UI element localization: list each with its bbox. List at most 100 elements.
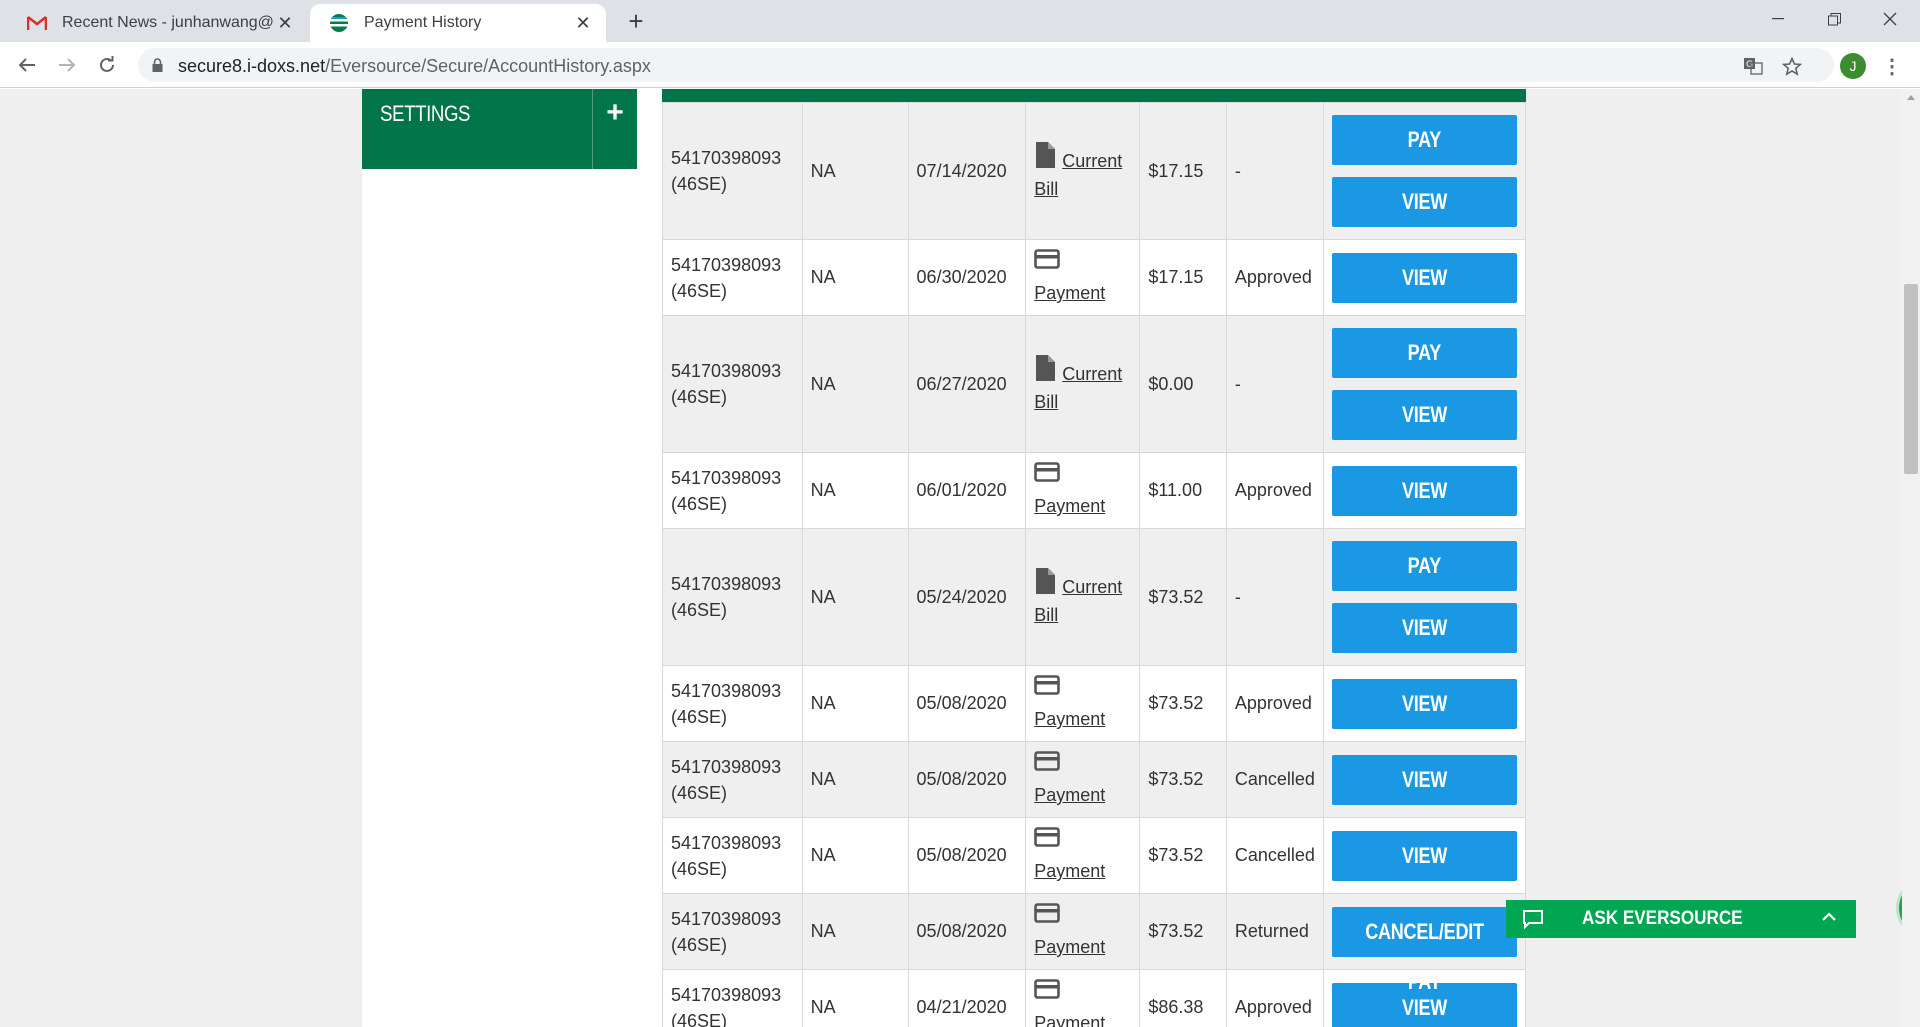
- account-cell: 54170398093 (46SE): [662, 315, 803, 453]
- account-suffix: (46SE): [671, 600, 728, 620]
- payment-history-table: 54170398093 (46SE) NA 07/14/2020 Current Bill…: [662, 102, 1527, 1027]
- account-suffix: (46SE): [671, 858, 728, 879]
- action-buttons: PAY VIEW: [1331, 316, 1517, 452]
- date-cell: 05/24/2020: [907, 528, 1027, 666]
- scrollbar-thumb[interactable]: [1904, 284, 1918, 474]
- action-buttons: VIEW: [1331, 454, 1517, 528]
- account-suffix: (46SE): [671, 706, 728, 727]
- browser-tab-payment-history[interactable]: Payment History ✕: [310, 4, 606, 42]
- type-label: Bill: [1034, 178, 1059, 199]
- date-cell: 06/27/2020: [907, 315, 1027, 453]
- actions-cell: PAY VIEW: [1322, 315, 1527, 453]
- actions-cell: VIEW: [1322, 452, 1527, 529]
- view-button[interactable]: VIEW: [1331, 830, 1517, 881]
- account-number: 54170398093: [671, 832, 782, 853]
- account-number: 54170398093: [671, 361, 782, 381]
- account-suffix: (46SE): [671, 1010, 728, 1027]
- account-suffix: (46SE): [671, 493, 728, 514]
- type-link[interactable]: Payment: [1034, 785, 1105, 805]
- table-row: 54170398093 (46SE) NA 07/14/2020 Current Bill…: [662, 102, 1527, 240]
- eversource-icon: [328, 12, 350, 34]
- pay-button[interactable]: PAY: [1331, 115, 1517, 165]
- button-label: PAY: [1407, 553, 1442, 578]
- type-link[interactable]: Payment: [1034, 709, 1105, 729]
- type-link[interactable]: Payment: [1034, 283, 1105, 303]
- translate-icon[interactable]: G: [1742, 55, 1764, 77]
- type-link[interactable]: Payment: [1034, 496, 1105, 516]
- account-number: 54170398093: [671, 467, 782, 488]
- profile-avatar[interactable]: J: [1840, 53, 1866, 79]
- status-cell: Returned: [1225, 893, 1324, 970]
- actions-cell: VIEW: [1322, 239, 1527, 316]
- button-label: VIEW: [1401, 402, 1448, 427]
- reload-button[interactable]: [93, 51, 121, 79]
- type-label: Current: [1062, 363, 1123, 384]
- ask-eversource-widget[interactable]: ASK EVERSOURCE: [1506, 900, 1856, 938]
- type-link[interactable]: Payment: [1034, 937, 1105, 957]
- amount-cell: $0.00: [1139, 315, 1227, 453]
- pay-button[interactable]: PAY: [1331, 328, 1517, 378]
- pay-button[interactable]: PAY: [1331, 541, 1517, 591]
- status-cell: Approved: [1225, 969, 1324, 1027]
- amount-cell: $73.52: [1139, 893, 1227, 970]
- scroll-up-arrow-icon[interactable]: [1907, 95, 1915, 100]
- type-cell: Current Bill: [1034, 141, 1131, 202]
- type-column-cell: Payment: [1025, 452, 1141, 529]
- table-row: 54170398093 (46SE) NA 06/01/2020 Payment $11.…: [662, 452, 1527, 529]
- svg-text:G: G: [1746, 60, 1753, 70]
- account-cell: 54170398093 (46SE): [662, 239, 803, 316]
- credit-card-icon: [1034, 751, 1131, 778]
- gmail-icon: [26, 12, 48, 34]
- na-cell: NA: [801, 452, 909, 529]
- bookmark-star-icon[interactable]: [1781, 55, 1803, 77]
- close-tab-icon[interactable]: ✕: [274, 12, 296, 34]
- account-cell: 54170398093 (46SE): [662, 969, 803, 1027]
- document-icon: [1034, 567, 1056, 602]
- type-link[interactable]: Payment: [1034, 861, 1105, 881]
- document-icon: [1034, 141, 1056, 176]
- view-button[interactable]: VIEW: [1331, 252, 1517, 303]
- settings-label: SETTINGS: [380, 101, 471, 126]
- type-link[interactable]: Payment: [1034, 1013, 1105, 1027]
- view-button[interactable]: VIEW: [1331, 177, 1517, 227]
- account-number: 54170398093: [671, 908, 782, 929]
- settings-expand-button[interactable]: +: [592, 89, 637, 169]
- browser-menu-icon[interactable]: ⋮: [1882, 53, 1902, 79]
- close-tab-icon[interactable]: ✕: [572, 12, 594, 34]
- action-buttons: VIEW: [1331, 667, 1517, 741]
- account-cell: 54170398093 (46SE): [662, 893, 803, 970]
- action-buttons: PAY VIEW: [1331, 529, 1517, 665]
- minimize-window-button[interactable]: [1750, 0, 1806, 38]
- amount-cell: $73.52: [1139, 741, 1227, 818]
- cancel-edit-pay-button[interactable]: CANCEL/EDIT PAY: [1331, 906, 1517, 994]
- account-cell: 54170398093 (46SE): [662, 741, 803, 818]
- restore-window-button[interactable]: [1806, 0, 1862, 38]
- view-button[interactable]: VIEW: [1331, 465, 1517, 516]
- page-scrollbar[interactable]: [1902, 89, 1920, 1027]
- credit-card-icon: [1034, 249, 1131, 276]
- back-button[interactable]: [13, 51, 41, 79]
- url-text: secure8.i-doxs.net/Eversource/Secure/Acc…: [178, 56, 651, 77]
- browser-tab-gmail[interactable]: Recent News - junhanwang@u ✕: [8, 4, 308, 42]
- view-button[interactable]: VIEW: [1331, 390, 1517, 440]
- view-button[interactable]: VIEW: [1331, 603, 1517, 653]
- settings-menu[interactable]: SETTINGS +: [362, 89, 637, 169]
- amount-cell: $17.15: [1139, 239, 1227, 316]
- button-label: PAY: [1407, 127, 1442, 152]
- chevron-up-icon[interactable]: [1820, 908, 1838, 931]
- status-cell: -: [1225, 528, 1324, 666]
- type-cell: Payment: [1034, 249, 1131, 306]
- view-button[interactable]: VIEW: [1331, 754, 1517, 805]
- url-omnibox[interactable]: secure8.i-doxs.net/Eversource/Secure/Acc…: [138, 48, 1834, 82]
- account-suffix: (46SE): [671, 280, 728, 301]
- lock-icon: [152, 58, 163, 77]
- actions-cell: CANCEL/EDIT PAY: [1322, 893, 1527, 994]
- close-window-button[interactable]: [1862, 0, 1918, 38]
- forward-button[interactable]: [53, 51, 81, 79]
- view-button[interactable]: VIEW: [1331, 678, 1517, 729]
- na-cell: NA: [801, 528, 909, 666]
- new-tab-button[interactable]: +: [622, 8, 650, 36]
- account-cell: 54170398093 (46SE): [662, 102, 803, 240]
- tab-title: Payment History: [364, 14, 482, 31]
- type-cell: Payment: [1034, 462, 1131, 519]
